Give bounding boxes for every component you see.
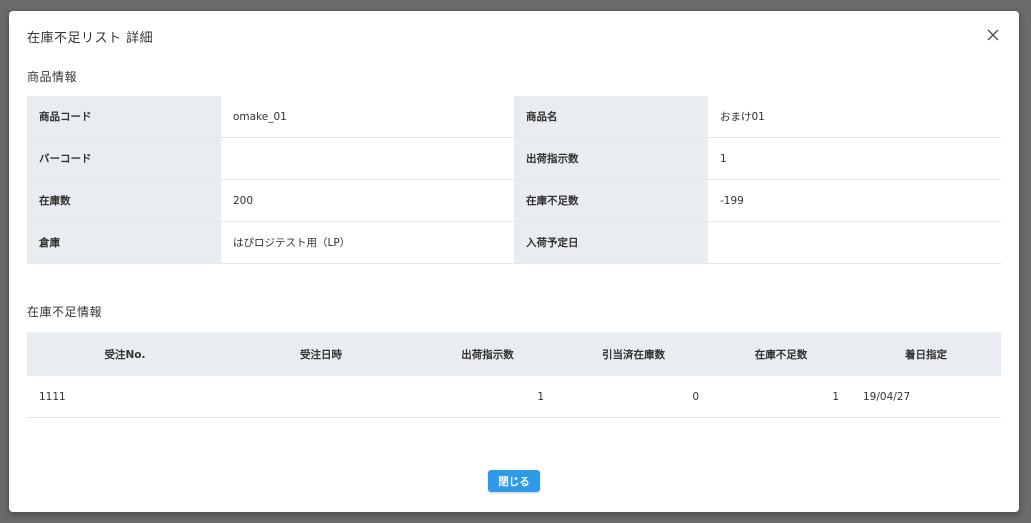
close-icon[interactable] bbox=[985, 27, 1001, 43]
stock-shortage-qty-label: 在庫不足数 bbox=[514, 179, 708, 222]
close-button[interactable]: 閉じる bbox=[488, 470, 540, 492]
allocated-qty-cell: 0 bbox=[556, 376, 711, 418]
product-code-label: 商品コード bbox=[27, 96, 221, 138]
column-header-allocated-qty: 引当済在庫数 bbox=[556, 332, 711, 376]
table-row: 1111 1 0 1 19/04/27 bbox=[27, 376, 1001, 418]
shortage-info-table: 受注No. 受注日時 出荷指示数 引当済在庫数 在庫不足数 着日指定 1111 … bbox=[27, 332, 1001, 418]
product-info-heading: 商品情報 bbox=[27, 70, 78, 84]
column-header-order-datetime: 受注日時 bbox=[223, 332, 419, 376]
product-info-row: 倉庫 はぴロジテスト用（LP） 入荷予定日 bbox=[27, 221, 1001, 264]
stock-qty-value: 200 bbox=[221, 179, 514, 222]
warehouse-label: 倉庫 bbox=[27, 221, 221, 264]
shortage-info-heading: 在庫不足情報 bbox=[27, 305, 103, 319]
product-info-row: 在庫数 200 在庫不足数 -199 bbox=[27, 179, 1001, 222]
ship-instruction-qty-value: 1 bbox=[708, 137, 1001, 180]
product-name-label: 商品名 bbox=[514, 96, 708, 138]
product-info-row: バーコード 出荷指示数 1 bbox=[27, 137, 1001, 180]
stock-qty-label: 在庫数 bbox=[27, 179, 221, 222]
modal-title: 在庫不足リスト 詳細 bbox=[27, 31, 154, 46]
product-name-value: おまけ01 bbox=[708, 96, 1001, 138]
stock-shortage-qty-value: -199 bbox=[708, 179, 1001, 222]
product-code-value: omake_01 bbox=[221, 96, 514, 138]
delivery-date-cell: 19/04/27 bbox=[851, 376, 1001, 418]
product-info-table: 商品コード omake_01 商品名 おまけ01 バーコード 出荷指示数 1 在… bbox=[27, 96, 1001, 264]
product-info-row: 商品コード omake_01 商品名 おまけ01 bbox=[27, 96, 1001, 138]
barcode-label: バーコード bbox=[27, 137, 221, 180]
ship-qty-cell: 1 bbox=[419, 376, 556, 418]
arrival-date-value bbox=[708, 221, 1001, 264]
warehouse-value: はぴロジテスト用（LP） bbox=[221, 221, 514, 264]
column-header-shortage-qty: 在庫不足数 bbox=[711, 332, 851, 376]
arrival-date-label: 入荷予定日 bbox=[514, 221, 708, 264]
column-header-order-no: 受注No. bbox=[27, 332, 223, 376]
order-datetime-cell bbox=[223, 376, 419, 418]
barcode-value bbox=[221, 137, 514, 180]
shortage-qty-cell: 1 bbox=[711, 376, 851, 418]
table-header-row: 受注No. 受注日時 出荷指示数 引当済在庫数 在庫不足数 着日指定 bbox=[27, 332, 1001, 376]
order-no-cell: 1111 bbox=[27, 376, 223, 418]
ship-instruction-qty-label: 出荷指示数 bbox=[514, 137, 708, 180]
column-header-delivery-date: 着日指定 bbox=[851, 332, 1001, 376]
stock-shortage-detail-modal: 在庫不足リスト 詳細 商品情報 商品コード omake_01 商品名 おまけ01… bbox=[9, 11, 1019, 512]
column-header-ship-qty: 出荷指示数 bbox=[419, 332, 556, 376]
